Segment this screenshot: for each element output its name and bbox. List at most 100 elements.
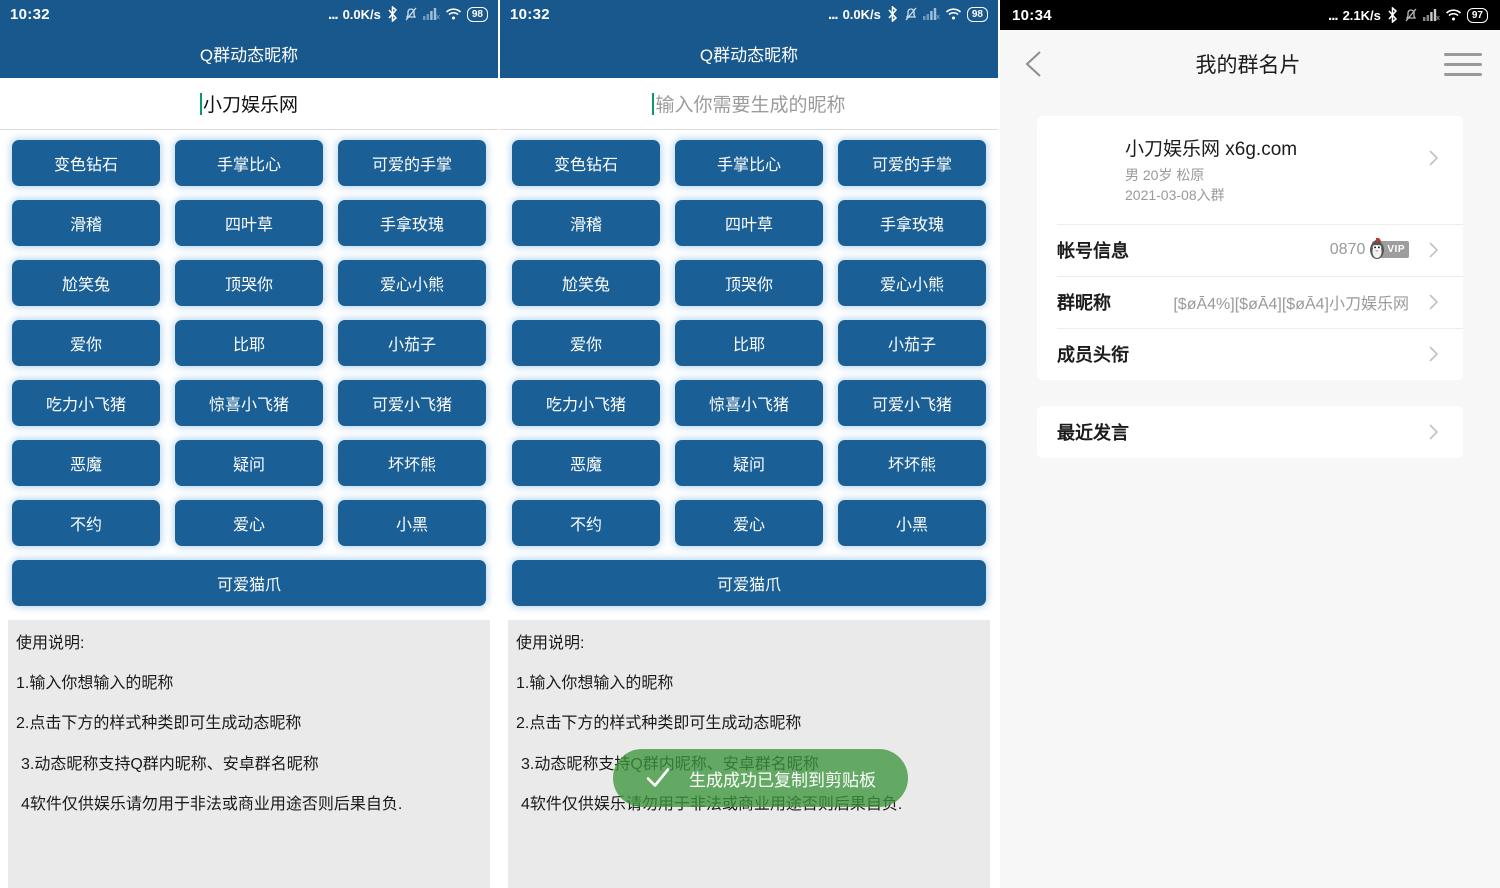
status-icons: ... 0.0K/s <box>328 6 488 23</box>
toast-message: 生成成功已复制到剪贴板 <box>689 766 876 791</box>
style-button[interactable]: 疑问 <box>175 440 323 486</box>
row-label: 成员头衔 <box>1057 341 1129 367</box>
instruction-line: 1.输入你想输入的昵称 <box>16 674 482 693</box>
instructions-heading: 使用说明: <box>16 634 482 653</box>
row-member-title[interactable]: 成员头衔 <box>1037 328 1463 380</box>
page-title: Q群动态昵称 <box>700 41 798 66</box>
profile-joined: 2021-03-08入群 <box>1125 185 1409 205</box>
hamburger-menu-icon[interactable] <box>1444 53 1482 76</box>
instruction-line: 2.点击下方的样式种类即可生成动态昵称 <box>516 714 982 733</box>
status-dots: ... <box>1328 7 1338 24</box>
style-button[interactable]: 手掌比心 <box>675 140 823 186</box>
instruction-line: 4软件仅供娱乐请勿用于非法或商业用途否则后果自负. <box>16 795 482 814</box>
screenshot-root: 10:32 ... 0.0K/s <box>0 0 1500 888</box>
style-button[interactable]: 疑问 <box>675 440 823 486</box>
style-button[interactable]: 小茄子 <box>338 320 486 366</box>
style-button[interactable]: 比耶 <box>675 320 823 366</box>
style-button[interactable]: 小黑 <box>338 500 486 546</box>
style-button[interactable]: 恶魔 <box>512 440 660 486</box>
profile-name: 小刀娱乐网 x6g.com <box>1125 134 1409 161</box>
row-group-nickname[interactable]: 群昵称 [$øĀ4%][$øĀ4][$øĀ4]小刀娱乐网 <box>1037 276 1463 328</box>
style-button-grid: 变色钻石 手掌比心 可爱的手掌 滑稽 四叶草 手拿玫瑰 尬笑兔 顶哭你 爱心小熊… <box>0 130 498 606</box>
style-button[interactable]: 不约 <box>512 500 660 546</box>
signal-bars-icon <box>1423 8 1440 22</box>
style-button[interactable]: 滑稽 <box>12 200 160 246</box>
network-speed: 0.0K/s <box>343 7 381 22</box>
qq-penguin-icon <box>1367 238 1387 260</box>
recent-speech-card: 最近发言 <box>1037 406 1463 458</box>
style-button-wide[interactable]: 可爱猫爪 <box>12 560 486 606</box>
profile-row[interactable]: 小刀娱乐网 x6g.com 男 20岁 松原 2021-03-08入群 <box>1037 116 1463 224</box>
style-button[interactable]: 变色钻石 <box>12 140 160 186</box>
style-button[interactable]: 顶哭你 <box>175 260 323 306</box>
style-button[interactable]: 可爱的手掌 <box>838 140 986 186</box>
nickname-input-placeholder[interactable]: 输入你需要生成的昵称 <box>655 90 845 117</box>
signal-bars-icon <box>923 7 940 21</box>
status-dots: ... <box>328 6 338 23</box>
group-nickname-value: [$øĀ4%][$øĀ4][$øĀ4]小刀娱乐网 <box>1173 290 1409 314</box>
page-title: Q群动态昵称 <box>200 41 298 66</box>
style-button[interactable]: 恶魔 <box>12 440 160 486</box>
signal-bars-icon <box>423 7 440 21</box>
style-button[interactable]: 吃力小飞猪 <box>512 380 660 426</box>
battery-icon: 97 <box>1467 8 1488 23</box>
account-number: 0870 <box>1330 241 1366 259</box>
style-button[interactable]: 可爱小飞猪 <box>338 380 486 426</box>
style-button[interactable]: 爱心 <box>675 500 823 546</box>
style-button[interactable]: 不约 <box>12 500 160 546</box>
status-icons: ... 0.0K/s <box>828 6 988 23</box>
style-button[interactable]: 比耶 <box>175 320 323 366</box>
profile-info: 小刀娱乐网 x6g.com 男 20岁 松原 2021-03-08入群 <box>1125 134 1409 206</box>
style-button[interactable]: 手拿玫瑰 <box>838 200 986 246</box>
page-title: 我的群名片 <box>1052 49 1444 79</box>
bell-muted-icon <box>904 6 918 22</box>
style-button[interactable]: 爱心小熊 <box>838 260 986 306</box>
style-button[interactable]: 坏坏熊 <box>338 440 486 486</box>
chevron-right-icon <box>1423 344 1443 364</box>
style-button[interactable]: 可爱小飞猪 <box>838 380 986 426</box>
nickname-input-value[interactable]: 小刀娱乐网 <box>203 90 298 117</box>
style-button[interactable]: 吃力小飞猪 <box>12 380 160 426</box>
style-button[interactable]: 手拿玫瑰 <box>338 200 486 246</box>
style-button[interactable]: 顶哭你 <box>675 260 823 306</box>
wifi-icon <box>1445 8 1462 22</box>
style-button[interactable]: 爱心小熊 <box>338 260 486 306</box>
instructions-heading: 使用说明: <box>516 634 982 653</box>
style-button[interactable]: 变色钻石 <box>512 140 660 186</box>
style-button[interactable]: 四叶草 <box>175 200 323 246</box>
chevron-right-icon <box>1423 240 1443 260</box>
network-speed: 0.0K/s <box>843 7 881 22</box>
status-time: 10:34 <box>1012 7 1052 24</box>
style-button-grid: 变色钻石 手掌比心 可爱的手掌 滑稽 四叶草 手拿玫瑰 尬笑兔 顶哭你 爱心小熊… <box>500 130 998 606</box>
chevron-right-icon <box>1423 422 1443 442</box>
network-speed: 2.1K/s <box>1343 8 1381 23</box>
style-button[interactable]: 滑稽 <box>512 200 660 246</box>
back-chevron-icon[interactable] <box>1018 47 1052 81</box>
style-button[interactable]: 手掌比心 <box>175 140 323 186</box>
nickname-input-row[interactable]: 小刀娱乐网 <box>0 78 498 130</box>
status-icons: ... 2.1K/s <box>1328 7 1488 24</box>
phone-panel-left: 10:32 ... 0.0K/s <box>0 0 500 888</box>
row-account-info[interactable]: 帐号信息 0870 <box>1037 224 1463 276</box>
vip-badge-text: VIP <box>1387 244 1405 255</box>
style-button-wide[interactable]: 可爱猫爪 <box>512 560 986 606</box>
style-button[interactable]: 惊喜小飞猪 <box>675 380 823 426</box>
style-button[interactable]: 惊喜小飞猪 <box>175 380 323 426</box>
style-button[interactable]: 尬笑兔 <box>512 260 660 306</box>
instructions-panel: 使用说明: 1.输入你想输入的昵称 2.点击下方的样式种类即可生成动态昵称 3.… <box>508 620 990 888</box>
style-button[interactable]: 小茄子 <box>838 320 986 366</box>
row-recent-speech[interactable]: 最近发言 <box>1037 406 1463 458</box>
style-button[interactable]: 小黑 <box>838 500 986 546</box>
style-button[interactable]: 爱你 <box>512 320 660 366</box>
instruction-line: 3.动态昵称支持Q群内昵称、安卓群名昵称 <box>16 755 482 774</box>
nickname-input-row[interactable]: 输入你需要生成的昵称 <box>500 78 998 130</box>
style-button[interactable]: 四叶草 <box>675 200 823 246</box>
row-value: 0870 <box>1330 241 1409 259</box>
style-button[interactable]: 坏坏熊 <box>838 440 986 486</box>
text-caret <box>200 93 202 115</box>
style-button[interactable]: 爱你 <box>12 320 160 366</box>
style-button[interactable]: 尬笑兔 <box>12 260 160 306</box>
style-button[interactable]: 可爱的手掌 <box>338 140 486 186</box>
battery-icon: 98 <box>467 7 488 22</box>
style-button[interactable]: 爱心 <box>175 500 323 546</box>
